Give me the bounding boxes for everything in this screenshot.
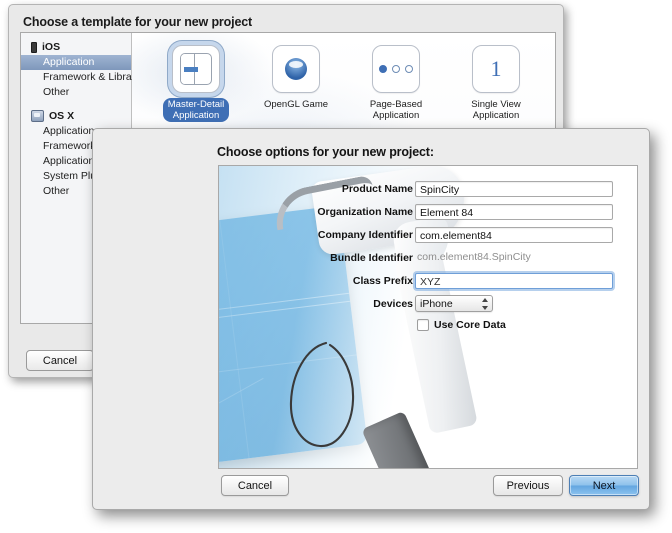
choose-options-window[interactable]: Choose options for your new project: APP…: [92, 128, 650, 510]
company-identifier-label: Company Identifier: [317, 229, 413, 241]
template-label-page-based: Page-Based Application: [369, 99, 423, 121]
bundle-identifier-value: com.element84.SpinCity: [417, 251, 531, 263]
project-options-form: Product Name SpinCity Organization Name …: [219, 166, 637, 468]
number-one-icon[interactable]: 1: [472, 45, 520, 93]
form-row-bundle-identifier: Bundle Identifier com.element84.SpinCity: [219, 249, 637, 267]
back-cancel-button[interactable]: Cancel: [26, 350, 94, 371]
front-window-title: Choose options for your new project:: [217, 145, 434, 159]
template-single-view-application[interactable]: 1 Single View Application: [450, 45, 542, 123]
use-core-data-checkbox-row[interactable]: Use Core Data: [417, 319, 506, 331]
organization-name-label: Organization Name: [317, 206, 413, 218]
bundle-identifier-label: Bundle Identifier: [330, 252, 413, 264]
options-body: APPLICATION APP measure twice Product Na…: [218, 165, 638, 469]
template-label-opengl-game: OpenGL Game: [263, 99, 329, 110]
sidebar-group-osx: OS X: [21, 108, 131, 124]
screenshot-stage: Choose a template for your new project i…: [0, 0, 672, 533]
product-name-input[interactable]: SpinCity: [415, 181, 613, 197]
front-cancel-button[interactable]: Cancel: [221, 475, 289, 496]
template-page-based-application[interactable]: Page-Based Application: [350, 45, 442, 123]
devices-popup-value: iPhone: [420, 298, 453, 310]
company-identifier-input[interactable]: com.element84: [415, 227, 613, 243]
organization-name-input[interactable]: Element 84: [415, 204, 613, 220]
sidebar-item-ios-other[interactable]: Other: [21, 85, 131, 100]
sidebar-group-ios-label: iOS: [42, 41, 61, 53]
iphone-icon: [31, 41, 37, 53]
class-prefix-input[interactable]: XYZ: [415, 273, 613, 289]
previous-button[interactable]: Previous: [493, 475, 563, 496]
form-row-devices: Devices iPhone: [219, 295, 637, 313]
next-button[interactable]: Next: [569, 475, 639, 496]
form-row-class-prefix: Class Prefix XYZ: [219, 272, 637, 290]
opengl-sphere-icon[interactable]: [272, 45, 320, 93]
use-core-data-checkbox[interactable]: [417, 319, 429, 331]
product-name-label: Product Name: [341, 183, 413, 195]
form-row-organization-name: Organization Name Element 84: [219, 203, 637, 221]
template-opengl-game[interactable]: OpenGL Game: [250, 45, 342, 112]
template-label-master-detail: Master-Detail Application: [162, 98, 230, 122]
devices-label: Devices: [373, 298, 413, 310]
page-dots-icon[interactable]: [372, 45, 420, 93]
form-row-company-identifier: Company Identifier com.element84: [219, 226, 637, 244]
sidebar-group-osx-label: OS X: [49, 110, 75, 122]
sidebar-item-ios-framework-library[interactable]: Framework & Library: [21, 70, 140, 85]
template-label-single-view: Single View Application: [471, 99, 521, 121]
back-window-title: Choose a template for your new project: [23, 15, 253, 29]
template-master-detail-application[interactable]: Master-Detail Application: [150, 45, 242, 123]
class-prefix-label: Class Prefix: [352, 275, 413, 287]
sidebar-item-ios-application[interactable]: Application: [21, 55, 131, 70]
osx-icon: [31, 110, 44, 122]
devices-popup-button[interactable]: iPhone: [415, 295, 493, 312]
updown-arrows-icon: [481, 298, 488, 310]
sidebar-group-ios: iOS: [21, 39, 131, 55]
master-detail-icon[interactable]: [172, 45, 220, 93]
use-core-data-label: Use Core Data: [434, 319, 506, 331]
form-row-product-name: Product Name SpinCity: [219, 180, 637, 198]
